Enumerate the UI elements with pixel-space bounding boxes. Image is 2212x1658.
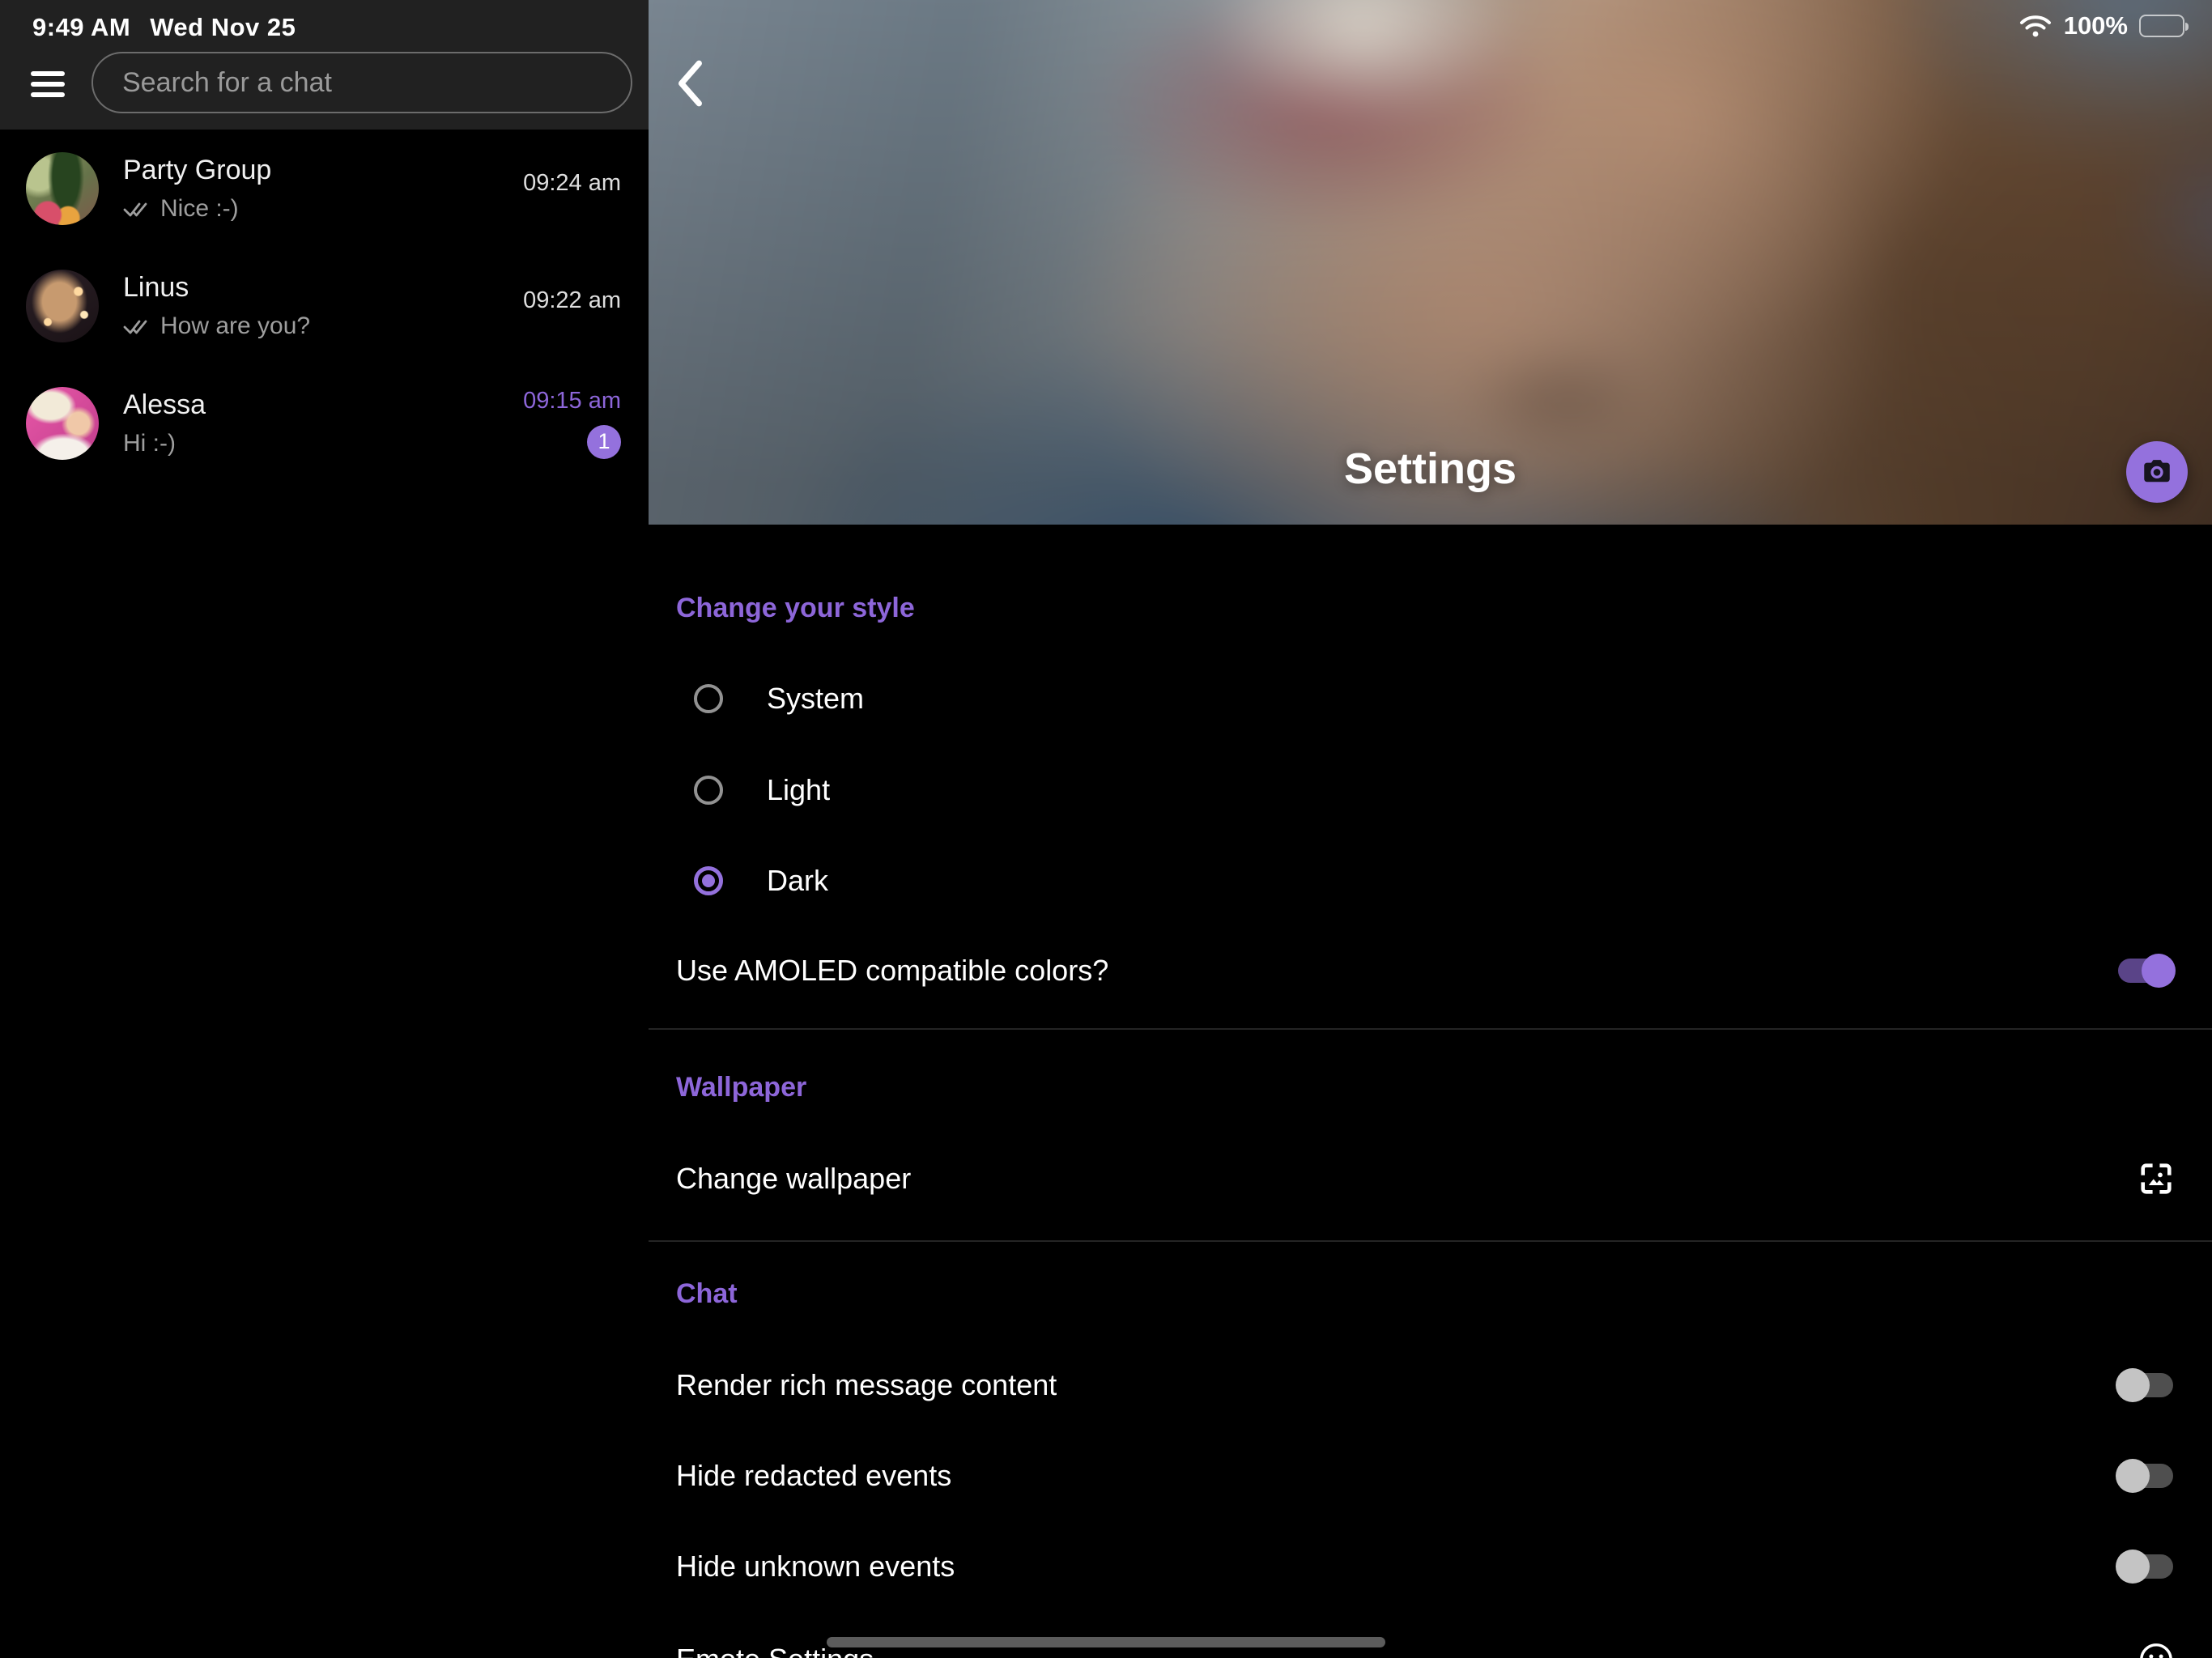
status-bar-right: 100% — [2018, 11, 2184, 40]
chat-list: Party Group Nice :-) 09:24 am — [0, 130, 649, 1658]
battery-percent: 100% — [2064, 11, 2128, 40]
chat-preview-row: How are you? — [123, 312, 523, 340]
page-title: Settings — [649, 444, 2212, 494]
radio-row-light[interactable]: Light — [676, 758, 2175, 823]
battery-full-icon — [2139, 15, 2184, 37]
row-label: Hide redacted events — [676, 1459, 951, 1493]
menu-button[interactable] — [24, 68, 71, 100]
chat-meta: 09:24 am — [523, 170, 621, 207]
chat-time: 09:24 am — [523, 170, 621, 197]
done-all-icon — [123, 198, 152, 219]
chat-name: Alessa — [123, 389, 523, 421]
avatar — [26, 152, 99, 225]
hide-redacted-events-toggle[interactable] — [2118, 1464, 2173, 1488]
hide-unknown-events-row[interactable]: Hide unknown events — [676, 1534, 2175, 1599]
chevron-left-icon — [673, 58, 708, 108]
chat-meta: 09:15 am 1 — [523, 388, 621, 459]
chat-item-party-group[interactable]: Party Group Nice :-) 09:24 am — [0, 130, 649, 247]
chat-item-body: Alessa Hi :-) — [123, 389, 523, 457]
chat-item-body: Party Group Nice :-) — [123, 155, 523, 223]
row-label: Change wallpaper — [676, 1162, 911, 1196]
back-button[interactable] — [665, 57, 717, 112]
chat-time: 09:22 am — [523, 287, 621, 314]
app-screen: 9:49 AMWed Nov 25 Party Group Nice :- — [0, 0, 2212, 1658]
divider — [649, 1240, 2212, 1242]
smiley-icon — [2138, 1641, 2175, 1658]
section-heading-wallpaper: Wallpaper — [676, 1063, 806, 1112]
radio-label: System — [767, 682, 864, 716]
status-date: Wed Nov 25 — [150, 13, 296, 41]
chat-last-message: Hi :-) — [123, 430, 176, 457]
chat-name: Party Group — [123, 155, 523, 186]
chat-name: Linus — [123, 272, 523, 304]
hide-unknown-events-toggle[interactable] — [2118, 1554, 2173, 1579]
settings-header: Settings — [649, 0, 2212, 525]
home-indicator[interactable] — [827, 1637, 1385, 1647]
section-heading-style: Change your style — [676, 584, 915, 632]
radio-button-system[interactable] — [694, 684, 723, 713]
chat-last-message: How are you? — [160, 312, 310, 340]
chat-last-message: Nice :-) — [160, 195, 239, 223]
render-rich-content-toggle[interactable] — [2118, 1373, 2173, 1397]
image-icon — [2138, 1160, 2175, 1197]
hamburger-menu-icon — [31, 71, 65, 97]
divider — [649, 1028, 2212, 1030]
avatar — [26, 387, 99, 460]
row-label: Hide unknown events — [676, 1550, 955, 1584]
radio-button-light[interactable] — [694, 776, 723, 805]
chat-list-sidebar: 9:49 AMWed Nov 25 Party Group Nice :- — [0, 0, 649, 1658]
unread-count-badge: 1 — [587, 425, 621, 459]
amoled-toggle-row[interactable]: Use AMOLED compatible colors? — [676, 938, 2175, 1003]
chat-preview-row: Hi :-) — [123, 430, 523, 457]
chat-item-linus[interactable]: Linus How are you? 09:22 am — [0, 247, 649, 364]
avatar — [26, 270, 99, 342]
chat-item-body: Linus How are you? — [123, 272, 523, 340]
settings-panel: Settings Change your style System Light … — [649, 0, 2212, 1658]
radio-label: Light — [767, 773, 830, 807]
camera-icon — [2140, 455, 2174, 489]
change-avatar-button[interactable] — [2126, 441, 2188, 503]
search-input[interactable] — [91, 52, 632, 113]
radio-label: Dark — [767, 864, 828, 898]
wifi-icon — [2018, 13, 2052, 39]
chat-meta: 09:22 am — [523, 287, 621, 325]
chat-time: 09:15 am — [523, 388, 621, 414]
hide-redacted-events-row[interactable]: Hide redacted events — [676, 1443, 2175, 1508]
amoled-toggle[interactable] — [2118, 959, 2173, 983]
render-rich-content-row[interactable]: Render rich message content — [676, 1353, 2175, 1418]
change-wallpaper-row[interactable]: Change wallpaper — [676, 1146, 2175, 1211]
sidebar-header: 9:49 AM Wed Nov 25 — [0, 0, 649, 130]
section-heading-chat: Chat — [676, 1269, 738, 1318]
done-all-icon — [123, 316, 152, 337]
status-bar-left: 9:49 AM Wed Nov 25 — [32, 13, 296, 42]
row-label: Render rich message content — [676, 1368, 1057, 1402]
chat-item-alessa[interactable]: Alessa Hi :-) 09:15 am 1 — [0, 364, 649, 482]
radio-button-dark[interactable] — [694, 866, 723, 895]
status-time: 9:49 AM — [32, 13, 130, 41]
radio-row-dark[interactable]: Dark — [676, 848, 2175, 913]
row-label: Use AMOLED compatible colors? — [676, 954, 1108, 988]
radio-row-system[interactable]: System — [676, 666, 2175, 731]
chat-preview-row: Nice :-) — [123, 195, 523, 223]
